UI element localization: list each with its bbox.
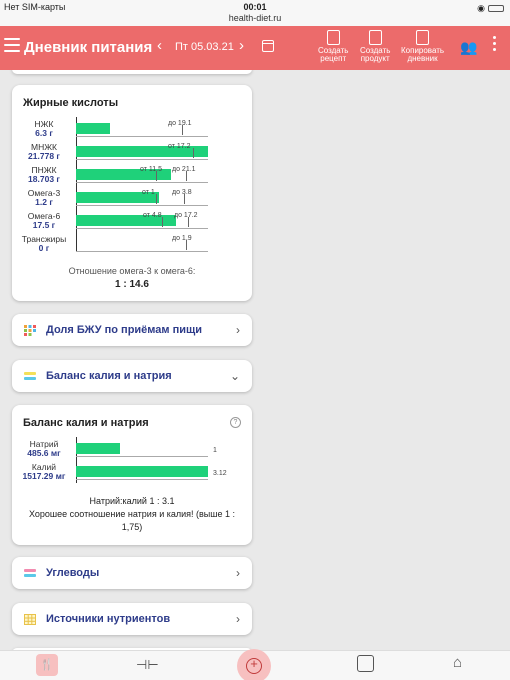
balance-title: Баланс калия и натрия: [23, 417, 149, 429]
min-tick: [156, 171, 157, 181]
fatty-acid-row: Трансжиры 0 г до 1.9: [12, 232, 252, 254]
product-icon: [368, 30, 382, 45]
home-icon[interactable]: ⌂: [453, 654, 462, 671]
balance-icon: [24, 372, 36, 380]
recipe-icon: [326, 30, 340, 45]
create-product-button[interactable]: Создать продукт: [360, 30, 390, 63]
value-bar: [76, 443, 120, 454]
create-recipe-button[interactable]: Создать рецепт: [318, 30, 348, 63]
url-label[interactable]: health-diet.ru: [0, 13, 510, 23]
fatty-acid-row: НЖК 6.3 г до 19.1: [12, 117, 252, 139]
bar-label: ПНЖК 18.703 г: [28, 165, 60, 184]
max-tick: [188, 217, 189, 227]
value-bar: [76, 466, 208, 477]
nutrient-sources-label: Источники нутриентов: [46, 613, 171, 625]
carbs-icon: [24, 569, 36, 577]
max-label: до 21.1: [172, 166, 196, 173]
max-label: до 1.9: [172, 235, 192, 242]
next-day-button[interactable]: ›: [239, 37, 244, 54]
copy-diary-icon: [416, 30, 430, 45]
copy-diary-button[interactable]: Копировать дневник: [401, 30, 444, 63]
max-tick: [182, 125, 183, 135]
fatty-acid-row: Омега-3 1.2 г от 1 до 3.8: [12, 186, 252, 208]
bottom-nav: 🍴 ⊣⊢ + ⌂: [0, 649, 510, 680]
potassium-sodium-toggle[interactable]: Баланс калия и натрия ⌄: [12, 360, 252, 392]
min-tick: [162, 217, 163, 227]
max-tick: [186, 171, 187, 181]
value-bar: [76, 123, 111, 134]
chevron-down-icon: ⌄: [229, 369, 240, 383]
sodium-potassium-ratio: Натрий:калий 1 : 3.1: [89, 496, 175, 506]
mineral-row: Натрий 485.6 мг 1: [12, 437, 252, 459]
diary-icon[interactable]: 🍴: [36, 654, 58, 676]
ratio-label: 3.12: [213, 470, 227, 477]
min-tick: [156, 194, 157, 204]
battery-icon: ◉: [477, 3, 504, 14]
top-bar: Дневник питания ‹ Пт 05.03.21 › Создать …: [0, 26, 510, 70]
max-label: до 3.8: [172, 189, 192, 196]
bar-label: МНЖК 21.778 г: [28, 142, 60, 161]
clock: 00:01: [243, 2, 267, 12]
carbs-link[interactable]: Углеводы ›: [12, 557, 252, 589]
max-label: до 17.2: [174, 212, 198, 219]
current-date[interactable]: Пт 05.03.21: [175, 41, 234, 53]
min-label: от 1: [142, 189, 155, 196]
max-tick: [184, 194, 185, 204]
main-content: Жирные кислоты НЖК 6.3 г до 19.1 МНЖК 21.7…: [0, 70, 510, 650]
status-bar: Нет SIM-карты 00:01 health-diet.ru ◉: [0, 0, 510, 26]
chevron-right-icon: ›: [236, 566, 240, 580]
min-label: от 11.5: [140, 166, 162, 173]
ratio-label: 1: [213, 447, 217, 454]
potassium-sodium-toggle-label: Баланс калия и натрия: [46, 370, 172, 382]
fatty-acids-card: Жирные кислоты НЖК 6.3 г до 19.1 МНЖК 21.7…: [12, 85, 252, 301]
bar-label: Омега-3 1.2 г: [27, 188, 61, 207]
bar-label: Омега-6 17.5 г: [27, 211, 61, 230]
nutrient-sources-link[interactable]: Источники нутриентов ›: [12, 603, 252, 635]
page-title: Дневник питания: [24, 39, 153, 56]
min-tick: [193, 148, 194, 158]
help-icon[interactable]: ?: [230, 417, 241, 428]
omega-ratio-value: 1 : 14.6: [115, 279, 149, 290]
more-icon[interactable]: [493, 36, 497, 54]
carbs-label: Углеводы: [46, 567, 100, 579]
fatty-acids-title: Жирные кислоты: [23, 97, 119, 109]
bar-label: Трансжиры 0 г: [21, 234, 67, 253]
chevron-right-icon: ›: [236, 612, 240, 626]
omega-ratio-caption: Отношение омега-3 к омега-6:: [68, 266, 196, 276]
bar-label: Калий 1517.29 мг: [22, 462, 66, 481]
max-tick: [186, 240, 187, 250]
add-icon[interactable]: +: [237, 649, 271, 680]
fatty-acid-row: Омега-6 17.5 г от 4.8 до 17.2: [12, 209, 252, 231]
bar-label: Натрий 485.6 мг: [27, 439, 61, 458]
bar-label: НЖК 6.3 г: [34, 119, 54, 138]
sources-icon: [24, 614, 36, 625]
potassium-sodium-card: Баланс калия и натрия ? Натрий 485.6 мг 1…: [12, 405, 252, 545]
scale-icon[interactable]: [357, 655, 374, 672]
users-icon[interactable]: 👥: [460, 39, 477, 56]
macros-by-meal-label: Доля БЖУ по приёмам пищи: [46, 324, 203, 336]
previous-card: [12, 70, 252, 74]
macros-by-meal-link[interactable]: Доля БЖУ по приёмам пищи ›: [12, 314, 252, 346]
chevron-right-icon: ›: [236, 323, 240, 337]
fatty-acid-row: ПНЖК 18.703 г от 11.5 до 21.1: [12, 163, 252, 185]
workout-icon[interactable]: ⊣⊢: [136, 657, 159, 673]
balance-verdict: Хорошее соотношение натрия и калия! (выш…: [29, 509, 235, 532]
min-label: от 4.8: [143, 212, 162, 219]
menu-icon[interactable]: [4, 38, 20, 56]
fatty-acid-row: МНЖК 21.778 г от 17.2: [12, 140, 252, 162]
mineral-row: Калий 1517.29 мг 3.12: [12, 460, 252, 482]
max-label: до 19.1: [168, 120, 192, 127]
prev-day-button[interactable]: ‹: [157, 37, 162, 54]
calendar-icon[interactable]: [262, 40, 274, 52]
min-label: от 17.2: [168, 143, 191, 150]
macros-icon: [24, 325, 36, 336]
